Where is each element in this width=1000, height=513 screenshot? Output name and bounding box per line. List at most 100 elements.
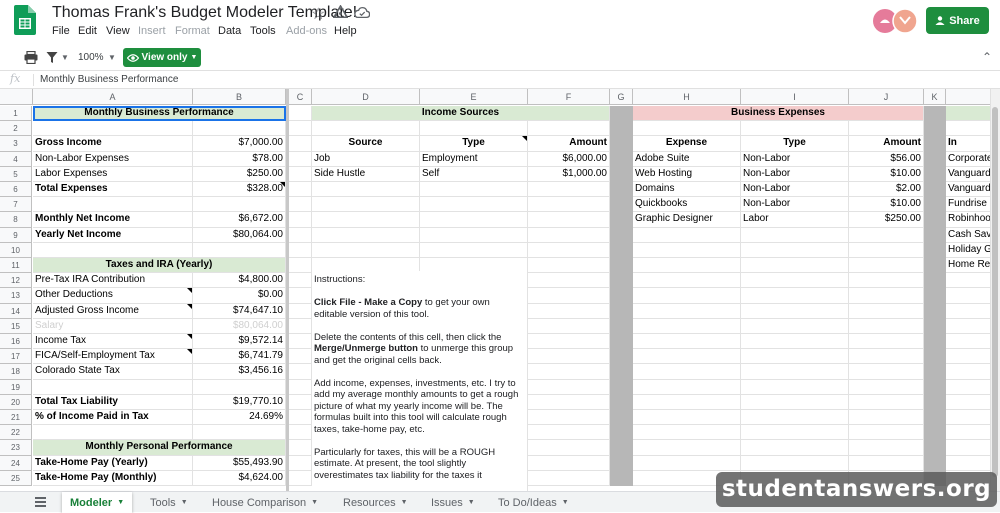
sheet-tab-issues[interactable]: Issues ▼	[423, 492, 483, 513]
cloud-status-icon[interactable]	[354, 6, 370, 19]
row-header-19[interactable]: 19	[0, 379, 32, 395]
cell-b16[interactable]: $9,572.14	[193, 334, 286, 350]
cell-e5[interactable]: Self	[420, 166, 528, 182]
cell-e2[interactable]	[420, 121, 528, 137]
cell-g2[interactable]	[610, 121, 633, 137]
cell-e4[interactable]: Employment	[420, 151, 528, 167]
cell-g3[interactable]	[610, 136, 633, 152]
row-header-4[interactable]: 4	[0, 151, 32, 167]
chevron-down-icon[interactable]: ▼	[468, 499, 475, 506]
cell-k14[interactable]	[924, 303, 946, 319]
menu-edit[interactable]: Edit	[78, 25, 97, 37]
cell-k19[interactable]	[924, 379, 946, 395]
vertical-scrollbar-thumb[interactable]	[992, 107, 998, 477]
cell-i16[interactable]	[741, 334, 849, 350]
cell-k9[interactable]	[924, 227, 946, 243]
cell-a16[interactable]: Income Tax	[33, 334, 193, 350]
cell-g5[interactable]	[610, 166, 633, 182]
row-header-25[interactable]: 25	[0, 470, 32, 486]
note-indicator[interactable]	[522, 136, 527, 142]
cell-h21[interactable]	[633, 410, 741, 426]
cell-g25[interactable]	[610, 470, 633, 486]
cell-f9[interactable]	[528, 227, 610, 243]
cell-f23[interactable]	[528, 440, 610, 456]
cell-f19[interactable]	[528, 379, 610, 395]
cell-g18[interactable]	[610, 364, 633, 380]
cell-b5[interactable]: $250.00	[193, 166, 286, 182]
cell-k24[interactable]	[924, 455, 946, 471]
row-header-2[interactable]: 2	[0, 121, 32, 137]
row-header-12[interactable]: 12	[0, 273, 32, 289]
cell-i6[interactable]: Non-Labor	[741, 182, 849, 198]
cell-j3[interactable]: Amount	[849, 136, 924, 152]
row-header-10[interactable]: 10	[0, 242, 32, 258]
star-icon[interactable]: ☆	[311, 4, 325, 24]
cell-k22[interactable]	[924, 425, 946, 441]
cell-f15[interactable]	[528, 318, 610, 334]
cell-j9[interactable]	[849, 227, 924, 243]
cell-k16[interactable]	[924, 334, 946, 350]
cell-a18[interactable]: Colorado State Tax	[33, 364, 193, 380]
sheet-tab-tools[interactable]: Tools ▼	[142, 492, 196, 513]
cell-a7[interactable]	[33, 197, 193, 213]
cell-i10[interactable]	[741, 242, 849, 258]
cell-g24[interactable]	[610, 455, 633, 471]
cell-c5[interactable]	[289, 166, 312, 182]
cell-i4[interactable]: Non-Labor	[741, 151, 849, 167]
cell-h24[interactable]	[633, 455, 741, 471]
cell-g15[interactable]	[610, 318, 633, 334]
cell-i21[interactable]	[741, 410, 849, 426]
cell-e6[interactable]	[420, 182, 528, 198]
row-header-9[interactable]: 9	[0, 227, 32, 243]
cell-k3[interactable]	[924, 136, 946, 152]
cell-d2[interactable]	[312, 121, 420, 137]
cell-i24[interactable]	[741, 455, 849, 471]
menu-insert[interactable]: Insert	[138, 25, 166, 37]
cell-c25[interactable]	[289, 470, 312, 486]
cell-g4[interactable]	[610, 151, 633, 167]
cell-d4[interactable]: Job	[312, 151, 420, 167]
cell-a10[interactable]	[33, 242, 193, 258]
cell-h6[interactable]: Domains	[633, 182, 741, 198]
cell-b3[interactable]: $7,000.00	[193, 136, 286, 152]
cell-a14[interactable]: Adjusted Gross Income	[33, 303, 193, 319]
cell-j23[interactable]	[849, 440, 924, 456]
cell-j11[interactable]	[849, 258, 924, 274]
cell-e9[interactable]	[420, 227, 528, 243]
cell-i14[interactable]	[741, 303, 849, 319]
cell-g12[interactable]	[610, 273, 633, 289]
cell-k5[interactable]	[924, 166, 946, 182]
row-header-18[interactable]: 18	[0, 364, 32, 380]
cell-a9[interactable]: Yearly Net Income	[33, 227, 193, 243]
cell-h20[interactable]	[633, 394, 741, 410]
collapse-icon[interactable]: ⌃	[982, 50, 992, 64]
cell-h14[interactable]	[633, 303, 741, 319]
cell-i18[interactable]	[741, 364, 849, 380]
cell-g19[interactable]	[610, 379, 633, 395]
cell-i17[interactable]	[741, 349, 849, 365]
cell-h12[interactable]	[633, 273, 741, 289]
cell-c17[interactable]	[289, 349, 312, 365]
cell-b15[interactable]: $80,064.00	[193, 318, 286, 334]
row-header-11[interactable]: 11	[0, 258, 32, 274]
cell-c20[interactable]	[289, 394, 312, 410]
cell-e10[interactable]	[420, 242, 528, 258]
cell-b9[interactable]: $80,064.00	[193, 227, 286, 243]
cell-i2[interactable]	[741, 121, 849, 137]
menu-format[interactable]: Format	[175, 25, 210, 37]
column-header-j[interactable]: J	[849, 89, 924, 105]
cell-h3[interactable]: Expense	[633, 136, 741, 152]
cell-g8[interactable]	[610, 212, 633, 228]
note-indicator[interactable]	[187, 349, 192, 355]
cell-f10[interactable]	[528, 242, 610, 258]
cell-a6[interactable]: Total Expenses	[33, 182, 193, 198]
cell-k11[interactable]	[924, 258, 946, 274]
column-header-i[interactable]: I	[741, 89, 849, 105]
cell-h7[interactable]: Quickbooks	[633, 197, 741, 213]
cell-c21[interactable]	[289, 410, 312, 426]
cell-k23[interactable]	[924, 440, 946, 456]
row-header-21[interactable]: 21	[0, 410, 32, 426]
cell-j24[interactable]	[849, 455, 924, 471]
move-to-folder-icon[interactable]	[333, 5, 348, 20]
cell-i11[interactable]	[741, 258, 849, 274]
